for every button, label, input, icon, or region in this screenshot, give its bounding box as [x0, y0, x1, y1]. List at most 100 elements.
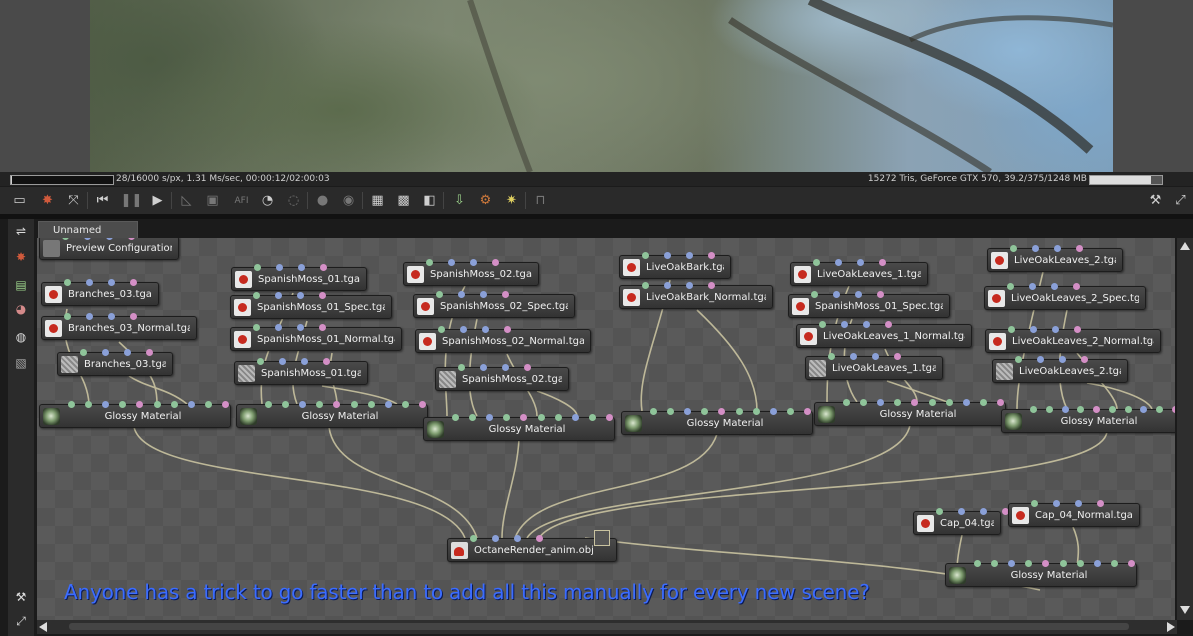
- texture-node[interactable]: LiveOakBark.tga: [619, 252, 731, 279]
- texture-node[interactable]: SpanishMoss_01_Normal.tga: [230, 324, 402, 351]
- camera-icon[interactable]: ⚙: [476, 191, 495, 210]
- texture-node[interactable]: LiveOakBark_Normal.tga: [619, 282, 773, 309]
- scroll-thumb[interactable]: [69, 623, 1129, 630]
- input-port[interactable]: [1172, 406, 1175, 413]
- input-port[interactable]: [835, 259, 842, 266]
- input-port[interactable]: [879, 259, 886, 266]
- input-port[interactable]: [1073, 283, 1080, 290]
- input-port[interactable]: [279, 358, 286, 365]
- input-port[interactable]: [850, 353, 857, 360]
- input-port[interactable]: [863, 321, 870, 328]
- render-viewport[interactable]: [0, 0, 1193, 172]
- input-port[interactable]: [1030, 406, 1037, 413]
- input-port[interactable]: [514, 535, 521, 542]
- input-port[interactable]: [502, 291, 509, 298]
- scroll-down-icon[interactable]: [1180, 606, 1190, 614]
- input-port[interactable]: [664, 252, 671, 259]
- glossy-material-node[interactable]: Glossy Material: [814, 399, 1006, 426]
- input-port[interactable]: [482, 326, 489, 333]
- input-port[interactable]: [841, 321, 848, 328]
- input-port[interactable]: [1053, 500, 1060, 507]
- checker-alt-icon[interactable]: ▩: [394, 191, 413, 210]
- input-port[interactable]: [828, 353, 835, 360]
- input-port[interactable]: [1059, 560, 1067, 567]
- input-port[interactable]: [571, 414, 579, 421]
- sphere-alt-icon[interactable]: ◉: [339, 191, 358, 210]
- input-port[interactable]: [419, 401, 426, 408]
- input-port[interactable]: [1052, 326, 1059, 333]
- input-port[interactable]: [426, 259, 433, 266]
- input-port[interactable]: [298, 264, 305, 271]
- input-port[interactable]: [872, 353, 879, 360]
- texture-node[interactable]: Branches_03.tga: [41, 279, 159, 306]
- material-picker-icon[interactable]: ◔: [258, 191, 277, 210]
- input-port[interactable]: [1108, 406, 1116, 413]
- input-port[interactable]: [857, 259, 864, 266]
- input-port[interactable]: [664, 282, 671, 289]
- reset-icon[interactable]: ✸: [11, 247, 31, 267]
- input-port[interactable]: [222, 401, 229, 408]
- fullscreen-icon[interactable]: ⤢: [1171, 191, 1190, 210]
- input-port[interactable]: [187, 401, 195, 408]
- export-icon[interactable]: ⇩: [450, 191, 469, 210]
- input-port[interactable]: [1032, 245, 1039, 252]
- mix-icon[interactable]: ▧: [11, 353, 31, 373]
- input-port[interactable]: [350, 401, 358, 408]
- input-port[interactable]: [811, 291, 818, 298]
- input-port[interactable]: [936, 508, 943, 515]
- input-port[interactable]: [367, 401, 375, 408]
- monitor-icon[interactable]: ▣: [203, 191, 222, 210]
- texture-node[interactable]: SpanishMoss_02_Normal.tga: [415, 326, 591, 353]
- input-port[interactable]: [843, 399, 850, 406]
- texture-node[interactable]: SpanishMoss_01_Spec.tga: [788, 291, 950, 318]
- input-port[interactable]: [301, 358, 308, 365]
- input-port[interactable]: [974, 560, 981, 567]
- input-port[interactable]: [786, 408, 794, 415]
- input-port[interactable]: [401, 401, 409, 408]
- image-node[interactable]: LiveOakLeaves_2.tga: [992, 356, 1128, 383]
- input-port[interactable]: [1076, 245, 1083, 252]
- input-port[interactable]: [588, 414, 596, 421]
- input-port[interactable]: [1124, 406, 1132, 413]
- scroll-up-icon[interactable]: [1180, 242, 1190, 250]
- input-port[interactable]: [86, 313, 93, 320]
- input-port[interactable]: [108, 279, 115, 286]
- input-port[interactable]: [642, 282, 649, 289]
- input-port[interactable]: [945, 399, 953, 406]
- glossy-material-node[interactable]: Glossy Material: [236, 401, 428, 428]
- input-port[interactable]: [708, 252, 715, 259]
- input-port[interactable]: [1037, 356, 1044, 363]
- input-port[interactable]: [1110, 560, 1118, 567]
- texture-node[interactable]: SpanishMoss_01_Spec.tga: [230, 292, 392, 319]
- texture-node[interactable]: LiveOakLeaves_2_Spec.tga: [984, 283, 1146, 310]
- input-port[interactable]: [537, 414, 545, 421]
- input-port[interactable]: [958, 508, 965, 515]
- input-port[interactable]: [124, 349, 131, 356]
- nodes-icon[interactable]: ⇌: [11, 221, 31, 241]
- rewind-icon[interactable]: ⏮: [93, 191, 112, 210]
- input-port[interactable]: [275, 324, 282, 331]
- fullscreen-icon[interactable]: ⤢: [11, 611, 31, 631]
- input-port[interactable]: [1076, 560, 1084, 567]
- input-port[interactable]: [855, 291, 862, 298]
- input-port[interactable]: [64, 313, 71, 320]
- input-port[interactable]: [502, 364, 509, 371]
- glossy-material-node[interactable]: Glossy Material: [39, 401, 231, 428]
- input-port[interactable]: [146, 349, 153, 356]
- lock-icon[interactable]: ⊓: [531, 191, 550, 210]
- ruler-icon[interactable]: ◺: [177, 191, 196, 210]
- input-port[interactable]: [86, 279, 93, 286]
- input-port[interactable]: [735, 408, 743, 415]
- input-port[interactable]: [130, 313, 137, 320]
- texture-node[interactable]: LiveOakLeaves_1.tga: [790, 259, 928, 286]
- preview-configuration-node[interactable]: Preview Configuration: [39, 238, 179, 260]
- input-port[interactable]: [877, 291, 884, 298]
- input-port[interactable]: [752, 408, 760, 415]
- input-port[interactable]: [80, 349, 87, 356]
- input-port[interactable]: [320, 264, 327, 271]
- input-port[interactable]: [276, 264, 283, 271]
- input-port[interactable]: [769, 408, 777, 415]
- input-port[interactable]: [833, 291, 840, 298]
- input-port[interactable]: [253, 292, 260, 299]
- input-port[interactable]: [554, 414, 562, 421]
